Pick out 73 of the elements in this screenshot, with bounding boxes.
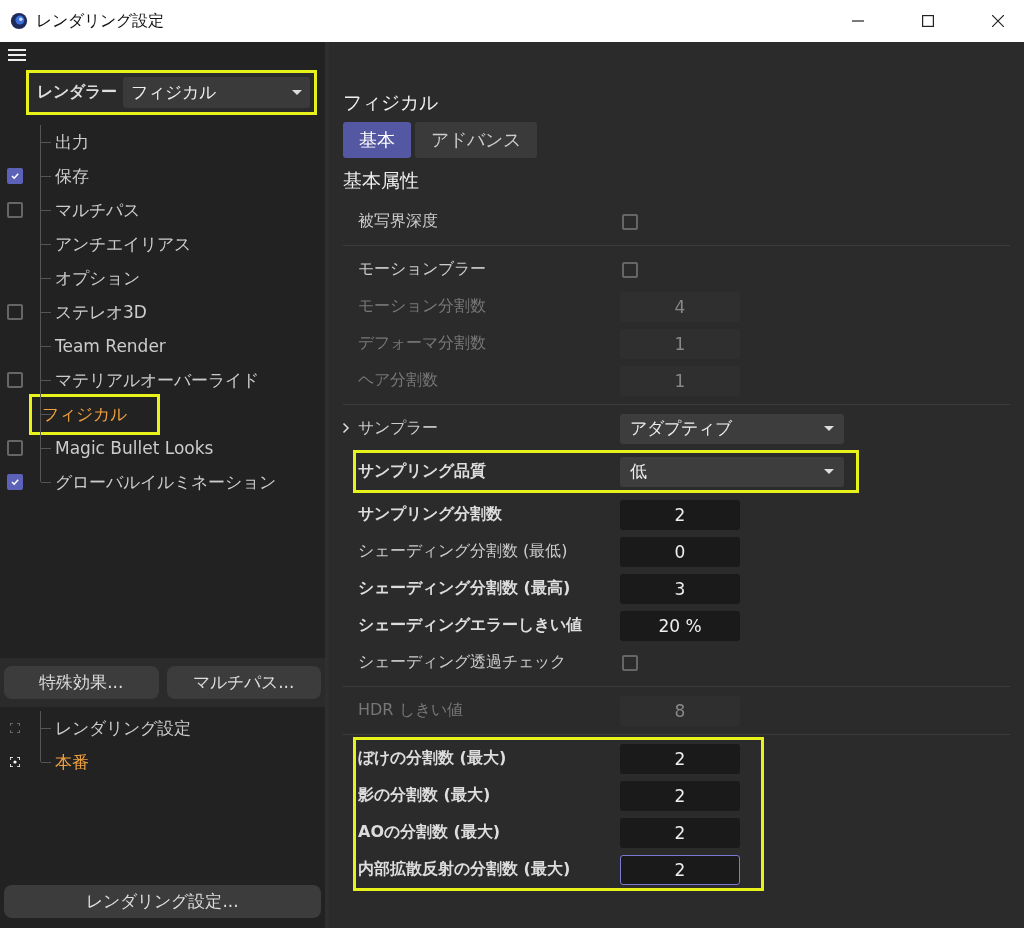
property-label: シェーディング透過チェック [357, 652, 567, 673]
renderer-dropdown[interactable]: フィジカル [123, 77, 310, 108]
number-field[interactable]: 2 [620, 817, 740, 848]
property-label: 被写界深度 [357, 211, 439, 232]
tree-connector [40, 261, 53, 295]
tree-item[interactable]: マルチパス [50, 193, 145, 227]
number-field[interactable]: 20 % [620, 610, 740, 641]
property-label: モーションブラー [357, 259, 487, 280]
panel-button[interactable]: 特殊効果... [4, 666, 159, 699]
checkbox[interactable] [7, 304, 23, 320]
number-field[interactable]: 2 [620, 854, 740, 885]
tree-item[interactable]: Magic Bullet Looks [50, 433, 219, 463]
checkbox[interactable] [622, 261, 638, 278]
tree-connector [40, 227, 53, 261]
app-logo-icon [10, 12, 28, 30]
tree-item[interactable]: 保存 [50, 159, 94, 193]
tree-item[interactable]: Team Render [50, 331, 171, 361]
section-title: 基本属性 [343, 168, 420, 193]
checkmark-icon [10, 171, 20, 181]
number-field[interactable]: 2 [620, 743, 740, 774]
checkbox[interactable] [622, 213, 638, 230]
property-label: サンプリング分割数 [357, 504, 503, 525]
tab[interactable]: アドバンス [415, 122, 537, 158]
tree-connector [40, 363, 53, 397]
property-label: サンプラー [357, 418, 439, 439]
tab[interactable]: 基本 [343, 122, 411, 158]
checkbox[interactable] [622, 654, 638, 671]
panel-title: フィジカル [343, 90, 439, 115]
checkbox[interactable] [7, 440, 23, 456]
maximize-icon[interactable] [922, 15, 934, 27]
checkbox[interactable] [7, 474, 23, 490]
tree-connector [40, 329, 53, 363]
tree-item[interactable]: フィジカル [29, 393, 160, 435]
property-label: デフォーマ分割数 [357, 333, 487, 354]
property-label: ヘア分割数 [357, 370, 439, 391]
number-field[interactable]: 2 [620, 499, 740, 530]
property-label: 内部拡散反射の分割数 (最大) [357, 859, 572, 880]
dropdown[interactable]: 低 [620, 456, 844, 487]
tree-item[interactable]: アンチエイリアス [50, 227, 196, 261]
window-title: レンダリング設定 [36, 10, 164, 32]
number-field[interactable]: 2 [620, 780, 740, 811]
preset-item[interactable]: 本番 [50, 745, 94, 779]
property-label: ぼけの分割数 (最大) [357, 748, 508, 769]
chevron-icon[interactable] [342, 422, 350, 434]
dropdown[interactable]: アダプティブ [620, 413, 844, 444]
number-field[interactable]: 0 [620, 536, 740, 567]
tree-item[interactable]: ステレオ3D [50, 295, 152, 329]
menu-icon[interactable] [8, 48, 26, 62]
property-label: シェーディングエラーしきい値 [357, 615, 583, 636]
tree-connector [40, 295, 53, 329]
property-label: モーション分割数 [357, 296, 487, 317]
property-label: シェーディング分割数 (最低) [357, 541, 569, 562]
number-field[interactable]: 3 [620, 573, 740, 604]
checkbox[interactable] [7, 372, 23, 388]
tree-connector [40, 125, 53, 159]
property-label: サンプリング品質 [357, 461, 487, 482]
tree-item[interactable]: 出力 [50, 125, 94, 159]
checkbox[interactable] [7, 168, 23, 184]
tree-item[interactable]: オプション [50, 261, 145, 295]
property-label: 影の分割数 (最大) [357, 785, 492, 806]
close-icon[interactable] [992, 15, 1004, 27]
preset-item[interactable]: レンダリング設定 [50, 711, 196, 745]
tree-connector [40, 193, 53, 227]
property-label: AOの分割数 (最大) [357, 822, 502, 843]
tree-item[interactable]: グローバルイルミネーション [50, 465, 281, 499]
property-label: シェーディング分割数 (最高) [357, 578, 572, 599]
checkmark-icon [10, 477, 20, 487]
property-label: HDR しきい値 [357, 700, 464, 721]
panel-button[interactable]: マルチパス... [166, 666, 321, 699]
checkbox[interactable] [7, 202, 23, 218]
tree-connector [40, 159, 53, 193]
renderer-label: レンダラー [37, 82, 117, 103]
render-settings-button[interactable]: レンダリング設定... [4, 885, 321, 918]
